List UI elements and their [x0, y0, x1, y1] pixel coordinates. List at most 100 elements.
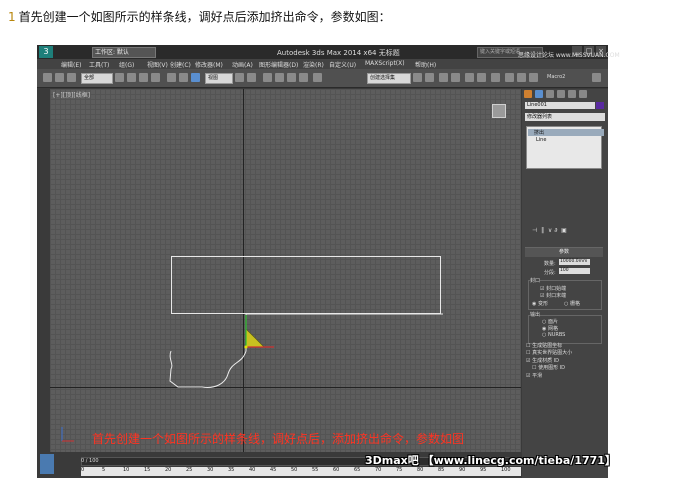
morph-radio[interactable]: ◉ 变形: [532, 300, 548, 307]
cap-end-checkbox[interactable]: ☑ 封口末端: [540, 292, 566, 299]
bind-space-warp-icon[interactable]: [67, 73, 76, 82]
utilities-tab-icon[interactable]: [579, 90, 587, 98]
unlink-icon[interactable]: [55, 73, 64, 82]
output-nurbs-radio[interactable]: ○ NURBS: [542, 332, 565, 338]
macro-label[interactable]: Macro2: [547, 74, 565, 80]
select-by-name-icon[interactable]: [127, 73, 136, 82]
material-editor-icon[interactable]: [491, 73, 500, 82]
rendered-frame-icon[interactable]: [517, 73, 526, 82]
menu-rendering[interactable]: 渲染(R): [303, 60, 324, 69]
menu-create[interactable]: 创建(C): [170, 60, 191, 69]
tutorial-caption: 首先创建一个如图所示的样条线，调好点后，添加挤出命令，参数如图: [92, 432, 465, 446]
rect-selection-icon[interactable]: [139, 73, 148, 82]
maxscript-listener-icon[interactable]: [40, 454, 54, 474]
site-watermark-top: 思缘设计论坛 www.MISSVUAN.COM: [518, 52, 620, 59]
timeline-tick: 50: [291, 467, 298, 473]
max-logo-icon[interactable]: 3: [39, 46, 53, 58]
mirror-icon[interactable]: [413, 73, 422, 82]
manipulate-icon[interactable]: [247, 73, 256, 82]
timeline-tick: 40: [249, 467, 256, 473]
menu-help[interactable]: 帮助(H): [415, 60, 436, 69]
move-icon[interactable]: [167, 73, 176, 82]
stack-item-line[interactable]: Line: [530, 137, 546, 143]
gen-mat-ids-checkbox[interactable]: ☑ 生成材质 ID: [526, 357, 559, 364]
modify-tab-icon[interactable]: [535, 90, 543, 98]
spinner-snap-icon[interactable]: [299, 73, 308, 82]
scale-icon[interactable]: [191, 73, 200, 82]
make-unique-icon[interactable]: ∨: [548, 227, 552, 234]
ribbon-icon[interactable]: [451, 73, 460, 82]
schematic-view-icon[interactable]: [477, 73, 486, 82]
app-window: 3 工作区: 默认 Autodesk 3ds Max 2014 x64 无标题 …: [37, 45, 608, 478]
rotate-icon[interactable]: [179, 73, 188, 82]
menu-edit[interactable]: 编辑(E): [61, 60, 81, 69]
smooth-checkbox[interactable]: ☑ 平滑: [526, 372, 542, 379]
window-crossing-icon[interactable]: [151, 73, 160, 82]
timeline-tick: 0: [81, 467, 85, 473]
timeline-tick: 20: [165, 467, 172, 473]
command-panel-tabs: [524, 90, 606, 100]
output-group: [528, 315, 602, 344]
layer-manager-icon[interactable]: [439, 73, 448, 82]
real-world-checkbox[interactable]: ☐ 真实世界贴图大小: [526, 349, 572, 356]
edit-named-selection-icon[interactable]: [313, 73, 322, 82]
create-tab-icon[interactable]: [524, 90, 532, 98]
menu-animation[interactable]: 动画(A): [232, 60, 253, 69]
cap-start-checkbox[interactable]: ☑ 封口始端: [540, 285, 566, 292]
timeline-tick: 60: [333, 467, 340, 473]
timeline-tick: 65: [354, 467, 361, 473]
snap-3d-icon[interactable]: [263, 73, 272, 82]
link-icon[interactable]: [43, 73, 52, 82]
render-setup-icon[interactable]: [505, 73, 514, 82]
use-shape-ids-checkbox[interactable]: ☐ 使用图形 ID: [532, 364, 565, 371]
segments-label: 分段:: [544, 270, 556, 276]
menu-customize[interactable]: 自定义(U): [329, 60, 356, 69]
timeline-tick: 55: [312, 467, 319, 473]
menu-tools[interactable]: 工具(T): [89, 60, 109, 69]
workspace-dropdown[interactable]: 工作区: 默认: [92, 47, 156, 58]
main-toolbar: 全部 视图 创建选择集 Macro2: [37, 69, 608, 88]
top-viewport[interactable]: [+][顶][线框] 首先创建一个如图所示的样条线，调好点后，添加挤出命令，参数…: [50, 89, 521, 452]
modifier-list-dropdown[interactable]: 修改器列表: [525, 113, 605, 121]
select-object-icon[interactable]: [115, 73, 124, 82]
timeline-tick: 35: [228, 467, 235, 473]
grid-radio[interactable]: ○ 栅格: [564, 300, 580, 307]
pin-stack-icon[interactable]: ⊣: [532, 227, 537, 234]
menu-group[interactable]: 组(G): [119, 60, 134, 69]
gen-mapping-checkbox[interactable]: ☐ 生成贴图坐标: [526, 342, 562, 349]
stack-item-extrude[interactable]: 挤出: [528, 129, 604, 136]
remove-modifier-icon[interactable]: ∂: [554, 227, 557, 234]
curve-editor-icon[interactable]: [465, 73, 474, 82]
menu-graph-editors[interactable]: 图形编辑器(D): [259, 60, 298, 69]
object-color-swatch[interactable]: [596, 102, 604, 109]
named-selection-dropdown[interactable]: 创建选择集: [367, 73, 411, 84]
selection-filter-dropdown[interactable]: 全部: [81, 73, 113, 84]
amount-input[interactable]: 10000.0mm: [559, 259, 590, 265]
step-number: 1: [8, 10, 16, 24]
object-name-field[interactable]: Line001: [525, 102, 595, 109]
display-tab-icon[interactable]: [568, 90, 576, 98]
timeline-tick: 10: [123, 467, 130, 473]
track-bar[interactable]: 0 5 10 15 20 25 30 35 40 45 50 55 60 65 70 75 80 85 90 95 10…: [81, 467, 521, 476]
configure-sets-icon[interactable]: ▣: [561, 227, 567, 234]
time-slider-text: 0 / 100: [81, 458, 99, 464]
motion-tab-icon[interactable]: [557, 90, 565, 98]
output-patch-radio[interactable]: ○ 面片: [542, 318, 558, 325]
show-end-result-icon[interactable]: ‖: [541, 227, 544, 234]
menu-views[interactable]: 视图(V): [147, 60, 168, 69]
menu-bar: 编辑(E) 工具(T) 组(G) 视图(V) 创建(C) 修改器(M) 动画(A…: [37, 59, 608, 69]
menu-maxscript[interactable]: MAXScript(X): [365, 60, 405, 67]
percent-snap-icon[interactable]: [287, 73, 296, 82]
angle-snap-icon[interactable]: [275, 73, 284, 82]
params-rollout-title[interactable]: 参数: [525, 247, 603, 257]
menu-modifiers[interactable]: 修改器(M): [195, 60, 223, 69]
ref-coord-dropdown[interactable]: 视图: [205, 73, 233, 84]
pivot-icon[interactable]: [235, 73, 244, 82]
teapot-icon[interactable]: [592, 73, 601, 82]
segments-input[interactable]: 100: [559, 268, 590, 274]
align-icon[interactable]: [425, 73, 434, 82]
render-icon[interactable]: [529, 73, 538, 82]
output-mesh-radio[interactable]: ◉ 网格: [542, 325, 558, 332]
cap-end-label: 封口末端: [546, 293, 567, 299]
hierarchy-tab-icon[interactable]: [546, 90, 554, 98]
